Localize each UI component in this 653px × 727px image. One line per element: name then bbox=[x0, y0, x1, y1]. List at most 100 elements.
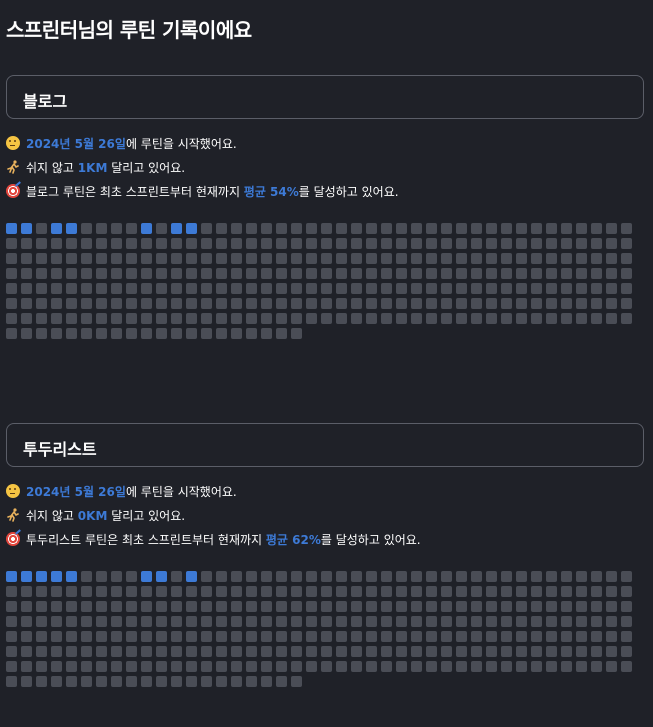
day-cell bbox=[396, 313, 407, 324]
day-cell bbox=[246, 313, 257, 324]
day-cell bbox=[396, 253, 407, 264]
day-cell bbox=[276, 313, 287, 324]
day-cell bbox=[171, 313, 182, 324]
day-cell bbox=[261, 298, 272, 309]
day-cell bbox=[261, 268, 272, 279]
day-cell bbox=[51, 283, 62, 294]
day-cell bbox=[426, 253, 437, 264]
day-cell bbox=[126, 313, 137, 324]
routine-header[interactable]: 투두리스트 bbox=[6, 423, 644, 467]
start-date-line: 2024년 5월 26일에 루틴을 시작했어요. bbox=[6, 484, 237, 500]
day-cell bbox=[66, 586, 77, 597]
day-cell bbox=[381, 253, 392, 264]
start-date: 2024년 5월 26일 bbox=[26, 137, 126, 151]
day-cell bbox=[216, 313, 227, 324]
day-cell bbox=[81, 328, 92, 339]
day-cell bbox=[591, 298, 602, 309]
day-cell bbox=[246, 676, 257, 687]
day-cell bbox=[486, 586, 497, 597]
day-cell bbox=[36, 616, 47, 627]
day-cell bbox=[291, 646, 302, 657]
average-prefix: 블로그 루틴은 최초 스프린트부터 현재까지 bbox=[26, 185, 244, 199]
day-cell bbox=[21, 676, 32, 687]
day-cell bbox=[606, 283, 617, 294]
day-cell bbox=[381, 586, 392, 597]
day-cell bbox=[126, 268, 137, 279]
day-cell bbox=[531, 646, 542, 657]
day-cell bbox=[156, 616, 167, 627]
day-cell bbox=[456, 238, 467, 249]
day-cell bbox=[96, 283, 107, 294]
day-cell bbox=[96, 268, 107, 279]
day-cell bbox=[411, 313, 422, 324]
day-cell bbox=[96, 661, 107, 672]
day-cell bbox=[576, 586, 587, 597]
day-cell bbox=[141, 616, 152, 627]
day-cell bbox=[276, 646, 287, 657]
day-cell bbox=[366, 661, 377, 672]
day-cell bbox=[351, 646, 362, 657]
day-cell bbox=[291, 253, 302, 264]
day-cell bbox=[321, 238, 332, 249]
day-cell bbox=[141, 238, 152, 249]
day-cell bbox=[486, 238, 497, 249]
day-cell bbox=[36, 601, 47, 612]
day-cell bbox=[366, 313, 377, 324]
day-cell bbox=[246, 223, 257, 234]
day-cell bbox=[141, 676, 152, 687]
day-cell bbox=[546, 601, 557, 612]
average-line: 투두리스트 루틴은 최초 스프린트부터 현재까지 평균 62%를 달성하고 있어… bbox=[6, 532, 421, 548]
day-cell bbox=[471, 298, 482, 309]
day-cell bbox=[621, 283, 632, 294]
day-cell bbox=[441, 298, 452, 309]
day-cell bbox=[321, 298, 332, 309]
day-cell bbox=[621, 298, 632, 309]
day-cell bbox=[606, 601, 617, 612]
day-cell bbox=[246, 646, 257, 657]
day-cell bbox=[96, 616, 107, 627]
day-cell bbox=[471, 268, 482, 279]
day-cell bbox=[381, 238, 392, 249]
day-cell bbox=[561, 238, 572, 249]
day-cell bbox=[111, 631, 122, 642]
day-cell bbox=[306, 268, 317, 279]
day-cell bbox=[471, 586, 482, 597]
day-cell bbox=[336, 571, 347, 582]
day-cell bbox=[51, 646, 62, 657]
day-cell bbox=[426, 616, 437, 627]
day-cell bbox=[156, 328, 167, 339]
day-cell bbox=[66, 631, 77, 642]
day-cell bbox=[531, 586, 542, 597]
day-cell bbox=[516, 586, 527, 597]
day-cell bbox=[501, 253, 512, 264]
day-cell bbox=[351, 661, 362, 672]
day-cell bbox=[231, 646, 242, 657]
day-cell bbox=[351, 238, 362, 249]
day-cell bbox=[156, 646, 167, 657]
routine-header[interactable]: 블로그 bbox=[6, 75, 644, 119]
day-cell bbox=[126, 223, 137, 234]
day-cell bbox=[366, 601, 377, 612]
day-cell bbox=[486, 661, 497, 672]
day-cell bbox=[291, 616, 302, 627]
day-cell bbox=[531, 616, 542, 627]
day-cell bbox=[471, 223, 482, 234]
day-cell bbox=[21, 298, 32, 309]
day-cell bbox=[396, 283, 407, 294]
day-cell bbox=[261, 238, 272, 249]
day-cell bbox=[531, 253, 542, 264]
day-cell bbox=[96, 586, 107, 597]
average-value: 평균 62% bbox=[265, 533, 321, 547]
day-cell bbox=[486, 298, 497, 309]
day-cell bbox=[441, 283, 452, 294]
day-cell bbox=[186, 283, 197, 294]
day-cell bbox=[291, 283, 302, 294]
day-cell bbox=[621, 601, 632, 612]
day-cell bbox=[201, 223, 212, 234]
day-cell bbox=[321, 313, 332, 324]
day-cell bbox=[516, 238, 527, 249]
day-cell bbox=[351, 616, 362, 627]
day-cell bbox=[441, 586, 452, 597]
day-cell bbox=[411, 253, 422, 264]
day-cell bbox=[561, 661, 572, 672]
